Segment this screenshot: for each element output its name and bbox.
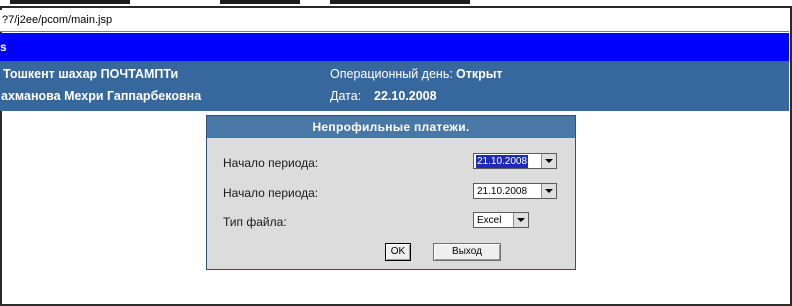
period-start-label: Начало периода: [223,156,319,170]
ok-button[interactable]: OK [385,243,411,261]
report-dialog: Непрофильные платежи. Начало периода: 21… [206,115,576,270]
file-type-value: Excel [477,215,502,226]
period-end-select[interactable]: 21.10.2008 [473,183,557,199]
period-end-label: Начало периода: [223,186,319,200]
top-edge-segment [10,0,130,4]
period-start-value: 21.10.2008 [476,155,529,168]
app-title-text: s [0,40,7,54]
app-title-bar: s [0,33,789,61]
date-value: 22.10.2008 [374,89,437,103]
chevron-down-icon[interactable] [541,154,556,168]
period-end-value: 21.10.2008 [477,186,528,197]
date-label: Дата: [330,89,362,103]
op-day-label: Операционный день: [330,67,453,81]
top-edge-segment [220,0,300,4]
office-name: Тошкент шахар ПОЧТАМПТи [3,67,179,81]
dialog-title: Непрофильные платежи. [207,116,575,138]
address-url[interactable]: ?7/j2ee/pcom/main.jsp [2,14,112,26]
exit-button[interactable]: Выход [433,243,501,261]
file-type-label: Тип файла: [223,215,287,229]
address-bar[interactable]: ?7/j2ee/pcom/main.jsp [0,10,789,32]
top-edge-segment [330,0,470,4]
op-day-value: Открыт [456,67,503,81]
chevron-down-icon[interactable] [513,213,528,227]
window-top-edge [0,0,792,8]
chevron-down-icon[interactable] [541,184,556,198]
operator-name: ахманова Мехри Гаппарбековна [1,89,202,103]
file-type-select[interactable]: Excel [473,212,529,228]
session-info-band: Тошкент шахар ПОЧТАМПТи Операционный ден… [0,61,789,111]
period-start-select[interactable]: 21.10.2008 [473,153,557,169]
